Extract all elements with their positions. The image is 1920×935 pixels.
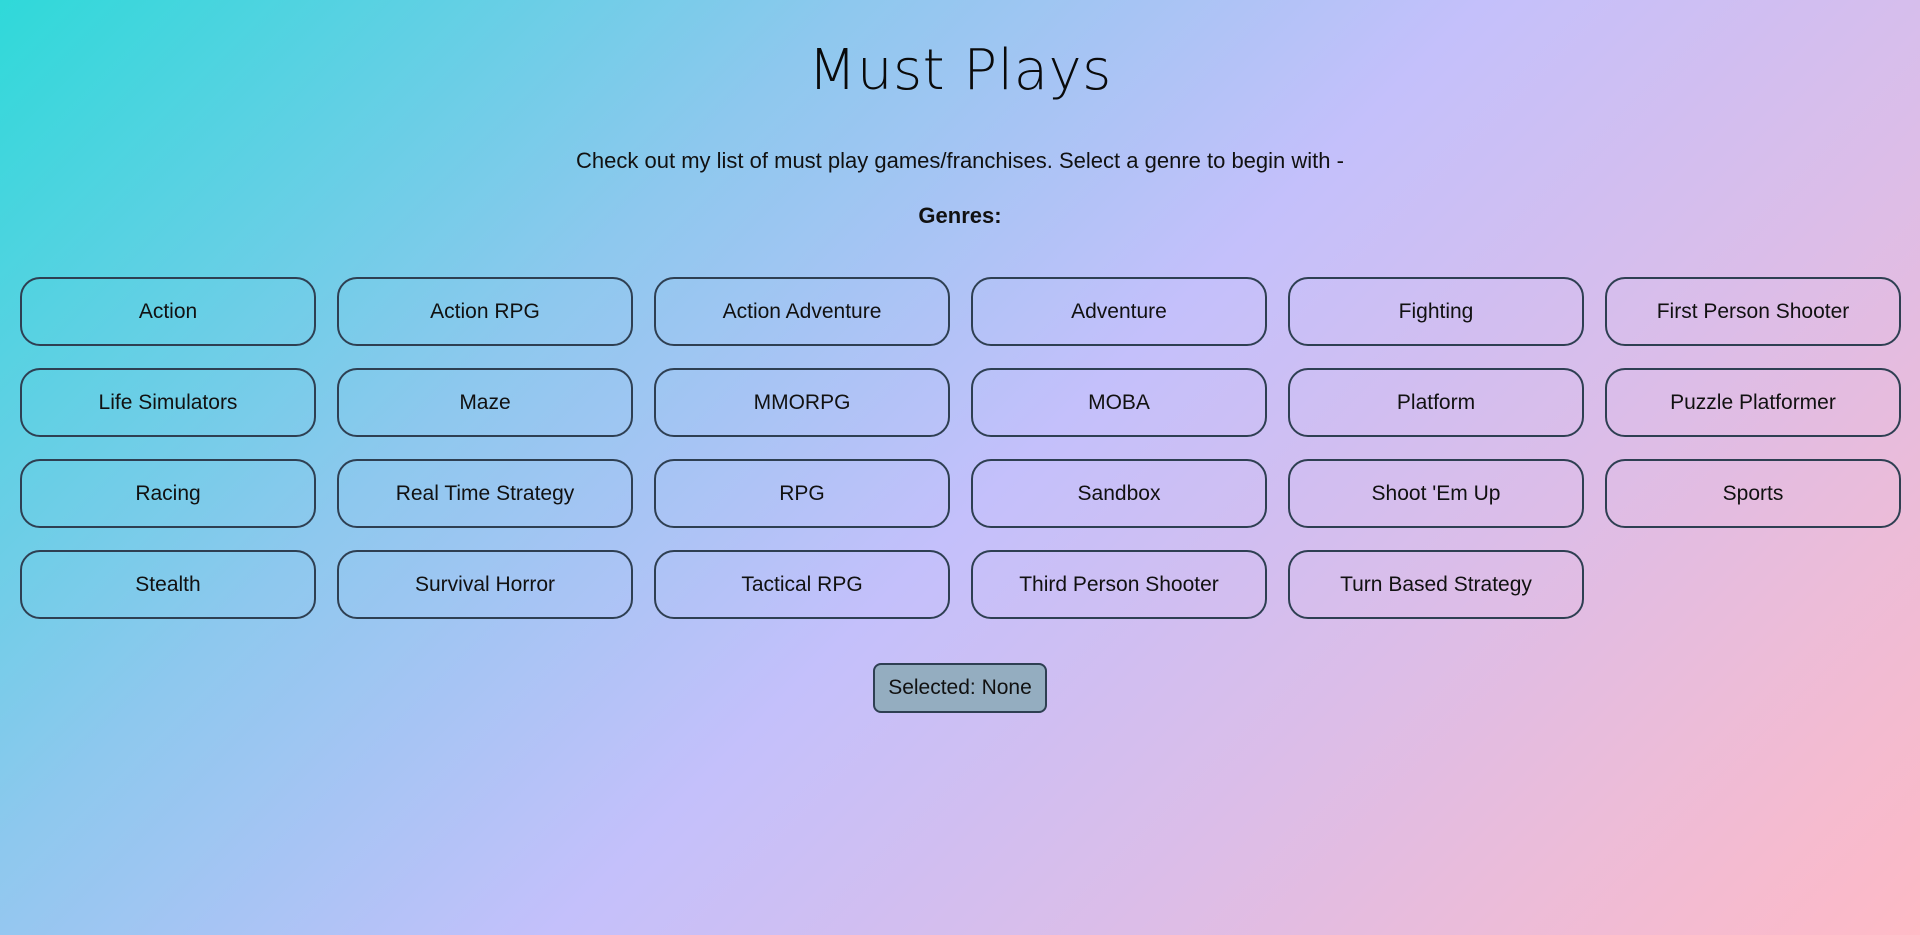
genre-button-sports[interactable]: Sports	[1605, 459, 1901, 528]
genre-button-action[interactable]: Action	[20, 277, 316, 346]
genre-button-mmorpg[interactable]: MMORPG	[654, 368, 950, 437]
genre-button-third-person-shooter[interactable]: Third Person Shooter	[971, 550, 1267, 619]
page-subtitle: Check out my list of must play games/fra…	[576, 148, 1344, 173]
genre-button-racing[interactable]: Racing	[20, 459, 316, 528]
genre-button-action-adventure[interactable]: Action Adventure	[654, 277, 950, 346]
genre-grid: Action Action RPG Action Adventure Adven…	[20, 277, 1901, 619]
genre-button-first-person-shooter[interactable]: First Person Shooter	[1605, 277, 1901, 346]
genre-button-fighting[interactable]: Fighting	[1288, 277, 1584, 346]
genre-button-stealth[interactable]: Stealth	[20, 550, 316, 619]
genre-button-shoot-em-up[interactable]: Shoot 'Em Up	[1288, 459, 1584, 528]
genre-button-adventure[interactable]: Adventure	[971, 277, 1267, 346]
genre-button-tactical-rpg[interactable]: Tactical RPG	[654, 550, 950, 619]
genre-button-rpg[interactable]: RPG	[654, 459, 950, 528]
genre-button-life-simulators[interactable]: Life Simulators	[20, 368, 316, 437]
page: Must Plays Check out my list of must pla…	[0, 0, 1920, 935]
genre-button-puzzle-platformer[interactable]: Puzzle Platformer	[1605, 368, 1901, 437]
genre-button-survival-horror[interactable]: Survival Horror	[337, 550, 633, 619]
genre-button-action-rpg[interactable]: Action RPG	[337, 277, 633, 346]
genres-label: Genres:	[918, 203, 1002, 228]
page-title: Must Plays	[808, 38, 1112, 103]
genre-button-platform[interactable]: Platform	[1288, 368, 1584, 437]
genre-button-sandbox[interactable]: Sandbox	[971, 459, 1267, 528]
genre-button-real-time-strategy[interactable]: Real Time Strategy	[337, 459, 633, 528]
genre-button-turn-based-strategy[interactable]: Turn Based Strategy	[1288, 550, 1584, 619]
genre-button-maze[interactable]: Maze	[337, 368, 633, 437]
selected-genre-status: Selected: None	[873, 663, 1047, 713]
genre-button-moba[interactable]: MOBA	[971, 368, 1267, 437]
